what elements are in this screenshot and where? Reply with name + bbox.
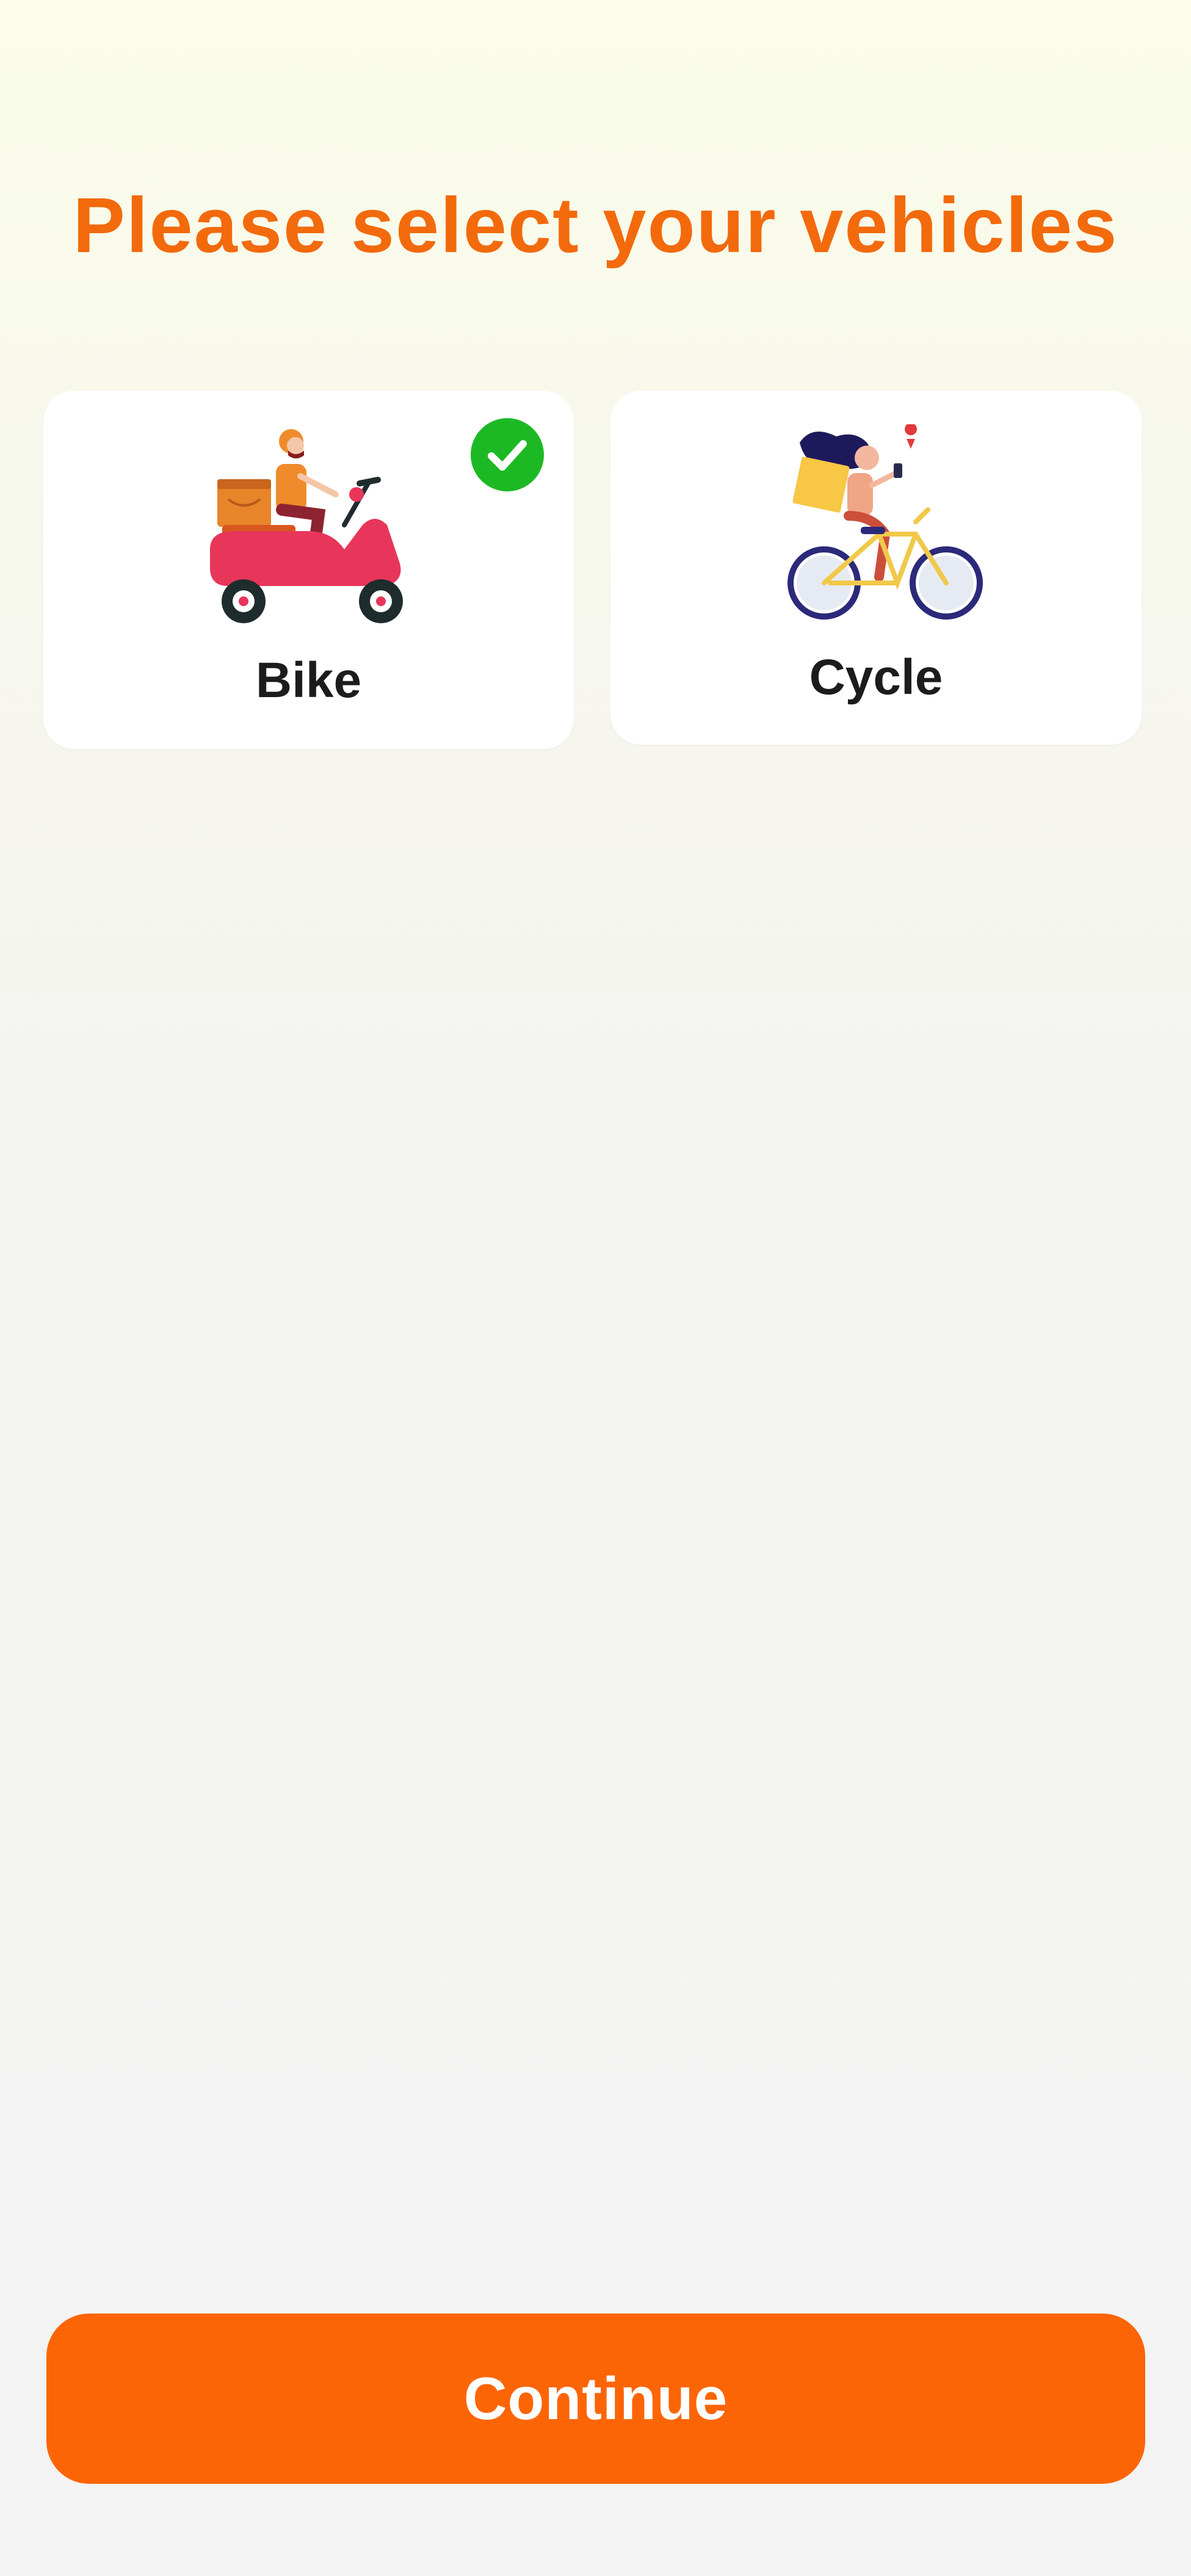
continue-button[interactable]: Continue [46, 2314, 1145, 2484]
check-circle-icon [471, 418, 544, 491]
page-title: Please select your vehicles [73, 182, 1118, 269]
vehicle-label-bike: Bike [255, 653, 362, 708]
vehicle-option-bike[interactable]: Bike [43, 391, 574, 749]
bicycle-delivery-illustration [787, 424, 983, 620]
scooter-delivery-illustration [210, 429, 403, 623]
vehicle-label-cycle: Cycle [809, 649, 943, 705]
vehicle-option-cycle[interactable]: Cycle [610, 391, 1142, 745]
